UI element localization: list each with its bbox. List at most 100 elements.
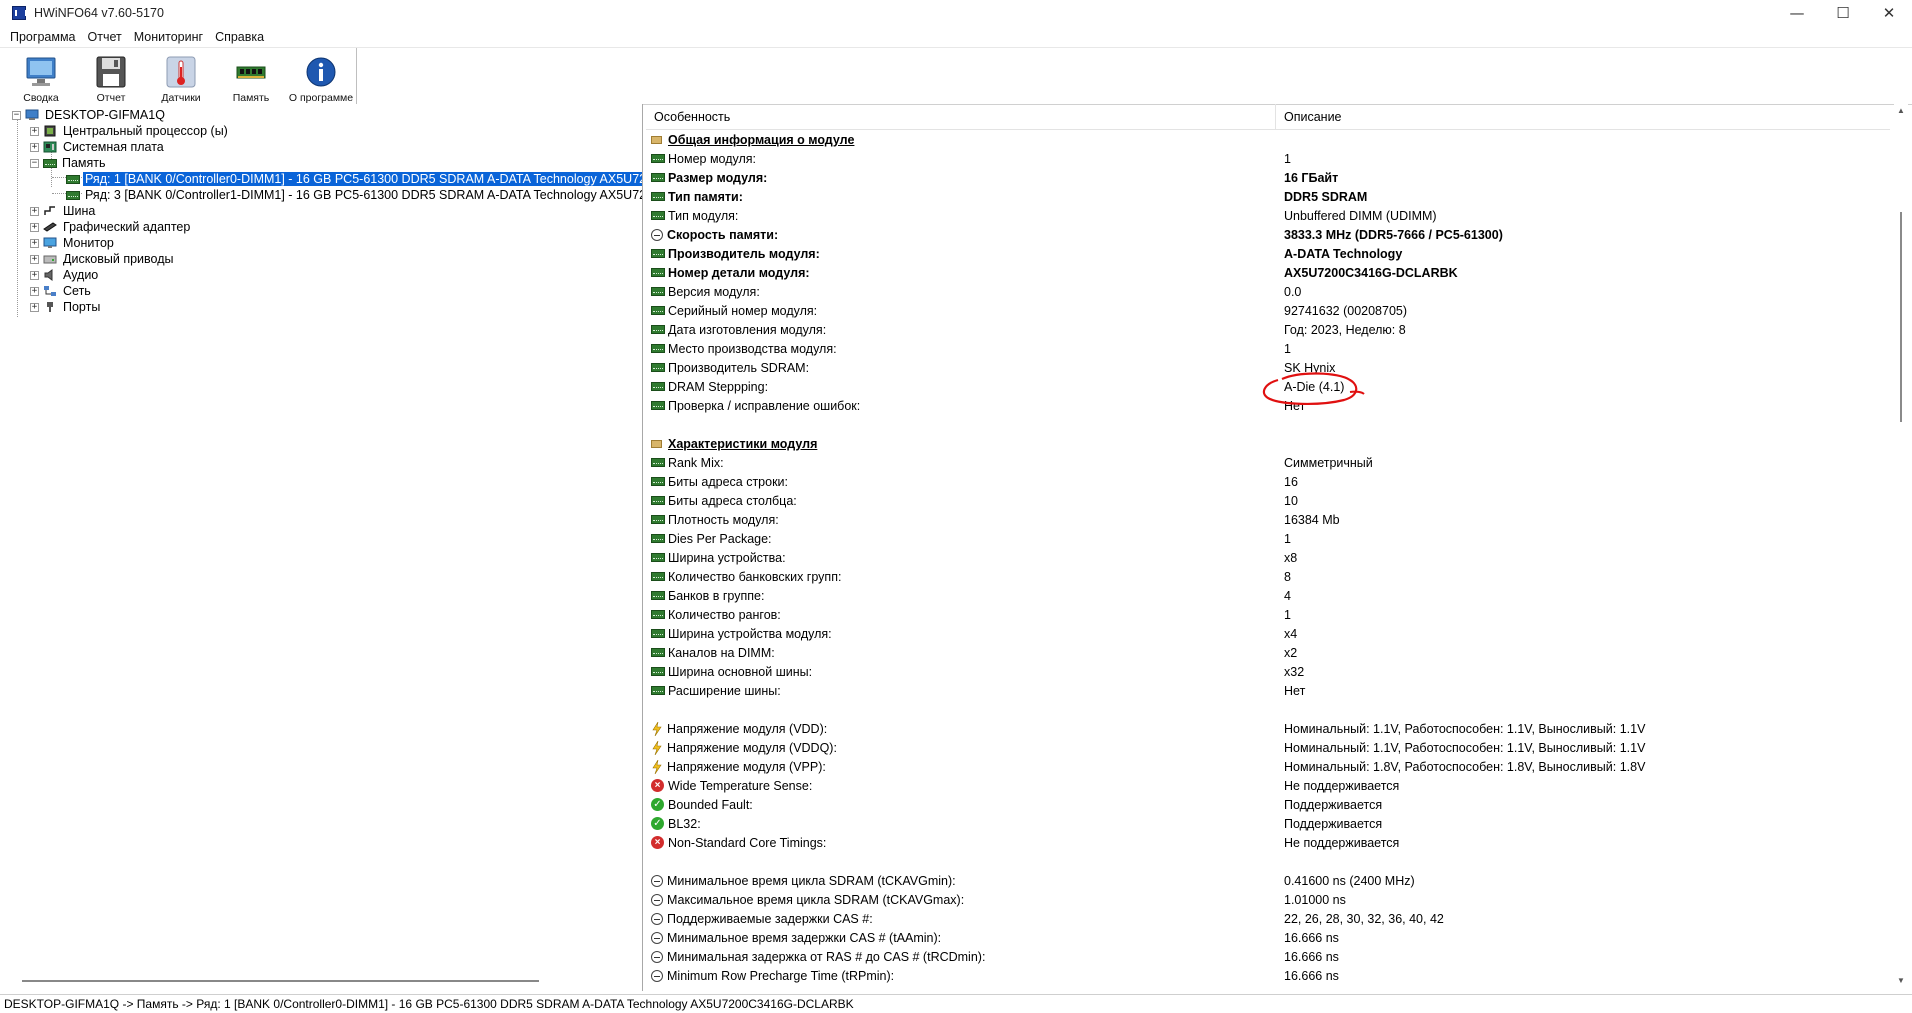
menu-report[interactable]: Отчет [82,30,128,44]
expand-icon[interactable]: + [30,302,39,312]
prop-row[interactable]: × Non-Standard Core Timings: Не поддержив… [646,833,1876,852]
column-feature[interactable]: Особенность [646,104,1276,130]
expand-icon[interactable]: + [30,254,39,264]
prop-label: Поддерживаемые задержки CAS #: [667,911,873,926]
column-description[interactable]: Описание [1276,104,1342,130]
prop-row[interactable]: Дата изготовления модуля: Год: 2023, Нед… [646,320,1876,339]
prop-row[interactable]: Поддерживаемые задержки CAS #: 22, 26, 2… [646,909,1876,928]
prop-row[interactable]: Номер детали модуля: AX5U7200C3416G-DCLA… [646,263,1876,282]
device-tree[interactable]: − DESKTOP-GIFMA1Q + Центральный процессо… [0,104,643,991]
prop-row[interactable]: Dies Per Package: 1 [646,529,1876,548]
prop-row[interactable]: Размер модуля: 16 ГБайт [646,168,1876,187]
prop-row[interactable]: Производитель модуля: A-DATA Technology [646,244,1876,263]
scroll-down-arrow-icon[interactable]: ▼ [1897,976,1905,985]
menu-program[interactable]: Программа [4,30,82,44]
tree-item-dimm-row1[interactable]: Ряд: 1 [BANK 0/Controller0-DIMM1] - 16 G… [66,171,642,187]
prop-row[interactable]: Тип памяти: DDR5 SDRAM [646,187,1876,206]
prop-row[interactable]: Напряжение модуля (VDD): Номинальный: 1.… [646,719,1876,738]
prop-row[interactable]: Ширина устройства модуля: x4 [646,624,1876,643]
prop-label: Максимальное время цикла SDRAM (tCKAVGma… [667,892,965,907]
tree-root[interactable]: − DESKTOP-GIFMA1Q [12,107,167,123]
summary-button[interactable]: Сводка [6,48,76,104]
prop-row[interactable]: Каналов на DIMM: x2 [646,643,1876,662]
prop-row[interactable]: Расширение шины: Нет [646,681,1876,700]
collapse-icon[interactable]: − [30,158,39,168]
prop-row[interactable]: Производитель SDRAM: SK Hynix [646,358,1876,377]
tree-item-motherboard[interactable]: + Системная плата [30,139,166,155]
tree-item-audio[interactable]: + Аудио [30,267,100,283]
prop-row[interactable]: Ширина устройства: x8 [646,548,1876,567]
prop-row[interactable]: Серийный номер модуля: 92741632 (0020870… [646,301,1876,320]
prop-row[interactable]: Биты адреса столбца: 10 [646,491,1876,510]
expand-icon[interactable]: + [30,142,39,152]
prop-row[interactable]: Версия модуля: 0.0 [646,282,1876,301]
prop-row[interactable]: Минимальное время задержки CAS # (tAAmin… [646,928,1876,947]
expand-icon[interactable]: + [30,222,39,232]
prop-row[interactable]: Minimum Row Precharge Time (tRPmin): 16.… [646,966,1876,985]
prop-value: 22, 26, 28, 30, 32, 36, 40, 42 [1284,911,1444,926]
tree-item-gpu[interactable]: + Графический адаптер [30,219,192,235]
prop-row[interactable]: Плотность модуля: 16384 Mb [646,510,1876,529]
tree-item-dimm-row3[interactable]: Ряд: 3 [BANK 0/Controller1-DIMM1] - 16 G… [66,187,642,203]
tree-item-network[interactable]: + Сеть [30,283,93,299]
tree-label-memory: Память [62,156,106,170]
expand-icon[interactable]: + [30,270,39,280]
prop-row[interactable]: Проверка / исправление ошибок: Нет [646,396,1876,415]
prop-row[interactable]: Тип модуля: Unbuffered DIMM (UDIMM) [646,206,1876,225]
prop-label: Non-Standard Core Timings: [668,835,827,850]
expand-icon[interactable]: + [30,286,39,296]
expand-icon[interactable]: + [30,238,39,248]
prop-row[interactable]: ✓ Bounded Fault: Поддерживается [646,795,1876,814]
tree-item-monitor[interactable]: + Монитор [30,235,116,251]
prop-value: A-DATA Technology [1284,246,1403,261]
prop-row[interactable]: Номер модуля: 1 [646,149,1876,168]
tree-item-drives[interactable]: + Дисковый приводы [30,251,176,267]
scroll-up-arrow-icon[interactable]: ▲ [1897,106,1905,115]
tree-item-bus[interactable]: + Шина [30,203,97,219]
section-general-info[interactable]: Общая информация о модуле [646,130,1876,149]
prop-label: Расширение шины: [668,683,781,698]
menu-monitoring[interactable]: Мониторинг [128,30,209,44]
prop-row[interactable]: Максимальное время цикла SDRAM (tCKAVGma… [646,890,1876,909]
vertical-scrollbar[interactable]: ▲ ▼ [1894,104,1908,991]
prop-row[interactable]: Количество банковских групп: 8 [646,567,1876,586]
prop-row[interactable]: ✓ BL32: Поддерживается [646,814,1876,833]
tree-item-ports[interactable]: + Порты [30,299,102,315]
prop-row[interactable]: Минимальное время цикла SDRAM (tCKAVGmin… [646,871,1876,890]
prop-value: Номинальный: 1.8V, Работоспособен: 1.8V,… [1284,759,1646,774]
menu-help[interactable]: Справка [209,30,270,44]
expand-icon[interactable]: + [30,206,39,216]
scrollbar-thumb[interactable] [1900,212,1902,422]
prop-row[interactable]: Напряжение модуля (VPP): Номинальный: 1.… [646,757,1876,776]
memory-label: Память [232,92,270,104]
memory-button[interactable]: Память [216,48,286,104]
prop-row[interactable]: Место производства модуля: 1 [646,339,1876,358]
prop-row[interactable]: Напряжение модуля (VDDQ): Номинальный: 1… [646,738,1876,757]
prop-row[interactable]: Минимальная задержка от RAS # до CAS # (… [646,947,1876,966]
expand-icon[interactable]: + [30,126,39,136]
tree-item-cpu[interactable]: + Центральный процессор (ы) [30,123,230,139]
prop-row[interactable]: Rank Mix: Симметричный [646,453,1876,472]
bus-icon [44,206,55,215]
horizontal-scrollbar[interactable] [22,980,539,982]
clock-icon [651,931,663,944]
prop-row-dram-stepping[interactable]: DRAM Steppping: A-Die (4.1) [646,377,1876,396]
report-label: Отчет [96,92,126,104]
collapse-icon[interactable]: − [12,110,21,120]
prop-row[interactable]: Ширина основной шины: x32 [646,662,1876,681]
prop-value: DDR5 SDRAM [1284,189,1368,204]
maximize-button[interactable]: ☐ [1820,0,1866,26]
prop-label: BL32: [668,816,701,831]
report-button[interactable]: Отчет [76,48,146,104]
prop-row[interactable]: Скорость памяти: 3833.3 MHz (DDR5-7666 /… [646,225,1876,244]
prop-row[interactable]: Количество рангов: 1 [646,605,1876,624]
about-button[interactable]: О программе [286,48,356,104]
minimize-button[interactable]: — [1774,0,1820,26]
close-button[interactable]: ✕ [1866,0,1912,26]
prop-row[interactable]: × Wide Temperature Sense: Не поддерживает… [646,776,1876,795]
prop-row[interactable]: Банков в группе: 4 [646,586,1876,605]
prop-row[interactable]: Биты адреса строки: 16 [646,472,1876,491]
section-module-characteristics[interactable]: Характеристики модуля [646,434,1876,453]
tree-item-memory[interactable]: − Память [30,155,108,171]
sensors-button[interactable]: Датчики [146,48,216,104]
